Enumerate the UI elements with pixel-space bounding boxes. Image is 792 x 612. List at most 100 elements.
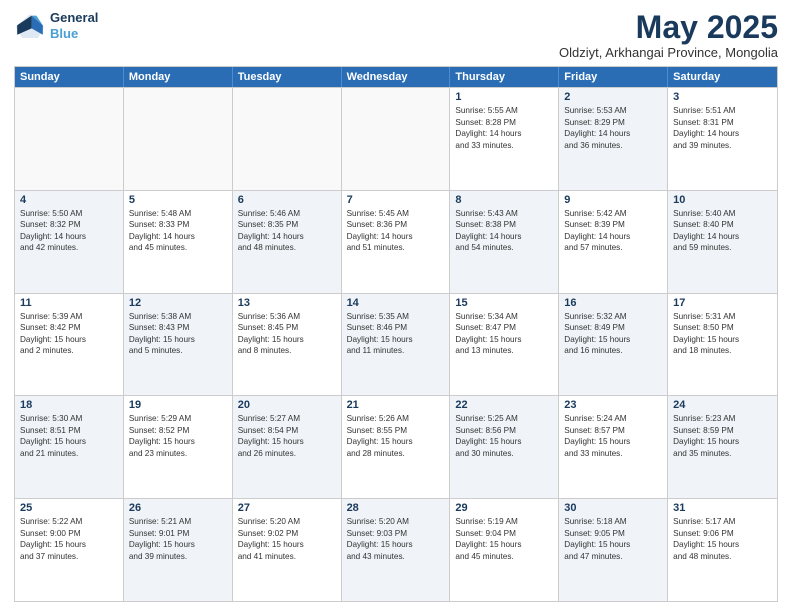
cell-line: and 26 minutes. (238, 448, 336, 459)
cell-line: Daylight: 15 hours (238, 436, 336, 447)
cal-cell-day-5: 5Sunrise: 5:48 AMSunset: 8:33 PMDaylight… (124, 191, 233, 293)
cal-cell-day-28: 28Sunrise: 5:20 AMSunset: 9:03 PMDayligh… (342, 499, 451, 601)
cell-line: Sunset: 8:38 PM (455, 219, 553, 230)
cell-line: and 41 minutes. (238, 551, 336, 562)
title-block: May 2025 Oldziyt, Arkhangai Province, Mo… (559, 10, 778, 60)
day-number: 2 (564, 91, 662, 103)
day-number: 5 (129, 194, 227, 206)
cal-cell-day-1: 1Sunrise: 5:55 AMSunset: 8:28 PMDaylight… (450, 88, 559, 190)
cell-line: Daylight: 15 hours (673, 436, 772, 447)
cell-line: Sunset: 8:39 PM (564, 219, 662, 230)
day-number: 27 (238, 502, 336, 514)
cell-line: Sunset: 8:42 PM (20, 322, 118, 333)
day-number: 16 (564, 297, 662, 309)
cal-cell-day-4: 4Sunrise: 5:50 AMSunset: 8:32 PMDaylight… (15, 191, 124, 293)
day-number: 21 (347, 399, 445, 411)
cell-line: Sunrise: 5:34 AM (455, 311, 553, 322)
cell-line: Sunrise: 5:48 AM (129, 208, 227, 219)
cell-line: Sunrise: 5:55 AM (455, 105, 553, 116)
cell-line: Daylight: 14 hours (455, 231, 553, 242)
cell-line: Sunset: 9:05 PM (564, 528, 662, 539)
cell-line: and 30 minutes. (455, 448, 553, 459)
day-number: 31 (673, 502, 772, 514)
cell-line: Daylight: 15 hours (347, 334, 445, 345)
day-number: 14 (347, 297, 445, 309)
cal-cell-day-20: 20Sunrise: 5:27 AMSunset: 8:54 PMDayligh… (233, 396, 342, 498)
cell-line: Daylight: 15 hours (673, 539, 772, 550)
cell-line: Daylight: 14 hours (673, 128, 772, 139)
cell-line: Sunrise: 5:42 AM (564, 208, 662, 219)
col-header-wednesday: Wednesday (342, 67, 451, 87)
cell-line: Sunset: 8:40 PM (673, 219, 772, 230)
cell-line: Sunrise: 5:53 AM (564, 105, 662, 116)
page: General Blue May 2025 Oldziyt, Arkhangai… (0, 0, 792, 612)
cell-line: Sunrise: 5:24 AM (564, 413, 662, 424)
cell-line: Sunrise: 5:43 AM (455, 208, 553, 219)
cell-line: Sunset: 8:55 PM (347, 425, 445, 436)
cal-cell-empty (15, 88, 124, 190)
logo-line2: Blue (50, 26, 98, 42)
cell-line: Daylight: 14 hours (673, 231, 772, 242)
cal-row-1: 1Sunrise: 5:55 AMSunset: 8:28 PMDaylight… (15, 87, 777, 190)
cal-cell-day-13: 13Sunrise: 5:36 AMSunset: 8:45 PMDayligh… (233, 294, 342, 396)
day-number: 20 (238, 399, 336, 411)
cell-line: and 57 minutes. (564, 242, 662, 253)
cell-line: Sunset: 8:35 PM (238, 219, 336, 230)
cal-cell-day-17: 17Sunrise: 5:31 AMSunset: 8:50 PMDayligh… (668, 294, 777, 396)
cal-cell-day-3: 3Sunrise: 5:51 AMSunset: 8:31 PMDaylight… (668, 88, 777, 190)
cal-cell-empty (342, 88, 451, 190)
cell-line: and 59 minutes. (673, 242, 772, 253)
cell-line: and 28 minutes. (347, 448, 445, 459)
cell-line: Sunrise: 5:19 AM (455, 516, 553, 527)
cell-line: Daylight: 15 hours (238, 334, 336, 345)
cal-cell-day-27: 27Sunrise: 5:20 AMSunset: 9:02 PMDayligh… (233, 499, 342, 601)
cal-cell-day-22: 22Sunrise: 5:25 AMSunset: 8:56 PMDayligh… (450, 396, 559, 498)
cal-cell-day-6: 6Sunrise: 5:46 AMSunset: 8:35 PMDaylight… (233, 191, 342, 293)
cell-line: and 48 minutes. (673, 551, 772, 562)
calendar: SundayMondayTuesdayWednesdayThursdayFrid… (14, 66, 778, 602)
cell-line: and 45 minutes. (455, 551, 553, 562)
cell-line: Sunset: 9:01 PM (129, 528, 227, 539)
cell-line: and 33 minutes. (455, 140, 553, 151)
cal-cell-day-12: 12Sunrise: 5:38 AMSunset: 8:43 PMDayligh… (124, 294, 233, 396)
cell-line: Daylight: 14 hours (20, 231, 118, 242)
header: General Blue May 2025 Oldziyt, Arkhangai… (14, 10, 778, 60)
cell-line: and 23 minutes. (129, 448, 227, 459)
cell-line: Sunrise: 5:23 AM (673, 413, 772, 424)
cell-line: Sunset: 8:46 PM (347, 322, 445, 333)
cell-line: Daylight: 14 hours (129, 231, 227, 242)
day-number: 3 (673, 91, 772, 103)
cell-line: Daylight: 15 hours (20, 436, 118, 447)
day-number: 22 (455, 399, 553, 411)
cell-line: Daylight: 15 hours (455, 334, 553, 345)
cell-line: Sunrise: 5:22 AM (20, 516, 118, 527)
cell-line: Daylight: 14 hours (564, 231, 662, 242)
day-number: 26 (129, 502, 227, 514)
cell-line: and 48 minutes. (238, 242, 336, 253)
cell-line: Sunrise: 5:31 AM (673, 311, 772, 322)
cell-line: Sunset: 8:59 PM (673, 425, 772, 436)
col-header-thursday: Thursday (450, 67, 559, 87)
day-number: 25 (20, 502, 118, 514)
cell-line: Sunrise: 5:27 AM (238, 413, 336, 424)
cal-cell-day-9: 9Sunrise: 5:42 AMSunset: 8:39 PMDaylight… (559, 191, 668, 293)
cal-row-2: 4Sunrise: 5:50 AMSunset: 8:32 PMDaylight… (15, 190, 777, 293)
cell-line: Daylight: 15 hours (455, 539, 553, 550)
cell-line: Daylight: 15 hours (129, 334, 227, 345)
cell-line: Sunrise: 5:20 AM (238, 516, 336, 527)
cell-line: and 45 minutes. (129, 242, 227, 253)
cell-line: and 47 minutes. (564, 551, 662, 562)
cal-cell-day-2: 2Sunrise: 5:53 AMSunset: 8:29 PMDaylight… (559, 88, 668, 190)
cal-cell-day-21: 21Sunrise: 5:26 AMSunset: 8:55 PMDayligh… (342, 396, 451, 498)
cell-line: and 8 minutes. (238, 345, 336, 356)
logo-icon (14, 12, 46, 40)
day-number: 15 (455, 297, 553, 309)
cell-line: Sunrise: 5:30 AM (20, 413, 118, 424)
cell-line: and 42 minutes. (20, 242, 118, 253)
cell-line: Sunset: 9:02 PM (238, 528, 336, 539)
cal-cell-day-30: 30Sunrise: 5:18 AMSunset: 9:05 PMDayligh… (559, 499, 668, 601)
cell-line: Sunrise: 5:40 AM (673, 208, 772, 219)
cell-line: Daylight: 15 hours (20, 334, 118, 345)
cell-line: and 39 minutes. (673, 140, 772, 151)
cell-line: Sunrise: 5:46 AM (238, 208, 336, 219)
